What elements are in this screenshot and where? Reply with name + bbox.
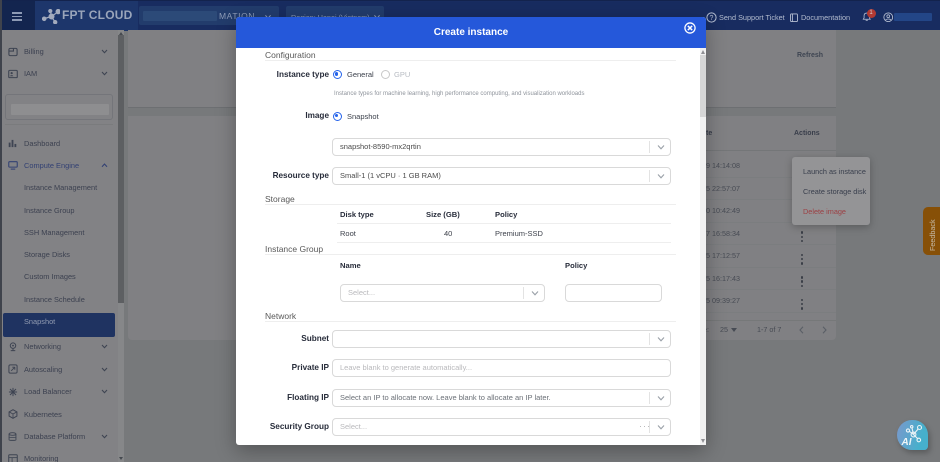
svg-text:AI: AI (901, 437, 912, 448)
svg-text:?: ? (710, 15, 714, 22)
